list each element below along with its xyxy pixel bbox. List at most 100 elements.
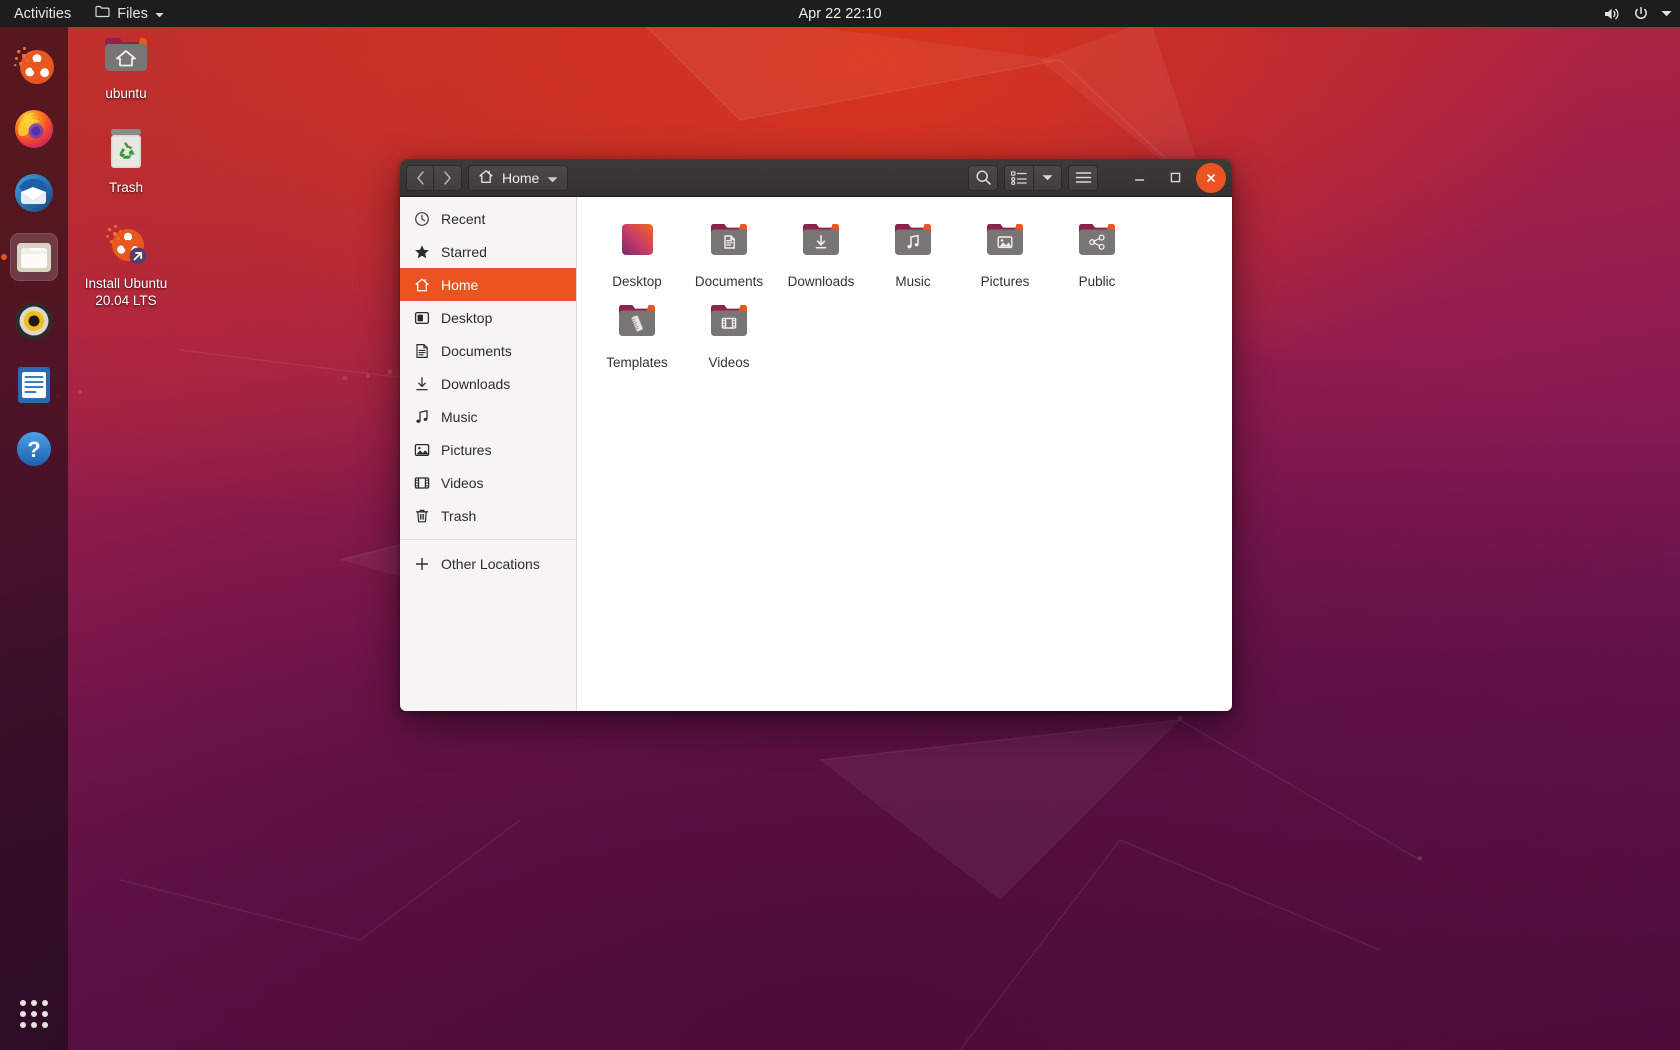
file-item-documents[interactable]: Documents [683, 209, 775, 290]
sidebar-item-label: Starred [441, 244, 487, 260]
list-view-button[interactable] [1004, 165, 1034, 191]
file-item-downloads[interactable]: Downloads [775, 209, 867, 290]
dock-item-help[interactable]: ? [10, 425, 58, 473]
sidebar-item-label: Music [441, 409, 478, 425]
image-icon [413, 441, 430, 458]
sidebar-item-other-locations[interactable]: Other Locations [400, 547, 576, 580]
sidebar-item-downloads[interactable]: Downloads [400, 367, 576, 400]
minimize-button[interactable] [1124, 163, 1154, 193]
libreoffice-writer-icon [13, 364, 55, 406]
star-icon [413, 243, 430, 260]
ubuntu-software-icon [12, 43, 56, 87]
file-item-public[interactable]: Public [1051, 209, 1143, 290]
sidebar-item-starred[interactable]: Starred [400, 235, 576, 268]
file-item-label: Videos [683, 355, 775, 371]
dock: ? [0, 27, 68, 1050]
sidebar-item-documents[interactable]: Documents [400, 334, 576, 367]
file-grid: Desktop [591, 209, 1226, 371]
app-menu-button[interactable]: Files [85, 0, 174, 27]
plus-icon [413, 555, 430, 572]
file-item-templates[interactable]: Templates [591, 290, 683, 371]
file-item-label: Public [1051, 274, 1143, 290]
thunderbird-icon [12, 171, 56, 215]
file-item-label: Documents [683, 274, 775, 290]
search-button[interactable] [968, 165, 998, 191]
sidebar-item-music[interactable]: Music [400, 400, 576, 433]
show-applications-button[interactable] [20, 1000, 48, 1028]
ubuntu-installer-icon [70, 218, 182, 270]
sidebar-item-label: Recent [441, 211, 485, 227]
trash-icon [413, 507, 430, 524]
file-item-label: Downloads [775, 274, 867, 290]
dock-item-rhythmbox[interactable] [10, 297, 58, 345]
forward-button[interactable] [434, 165, 462, 191]
file-item-music[interactable]: Music [867, 209, 959, 290]
system-indicators[interactable] [1603, 6, 1672, 22]
chevron-down-icon [547, 170, 558, 186]
sidebar-item-pictures[interactable]: Pictures [400, 433, 576, 466]
dock-item-files[interactable] [10, 233, 58, 281]
power-icon [1633, 6, 1649, 22]
file-item-label: Music [867, 274, 959, 290]
view-mode-buttons [1004, 165, 1062, 191]
file-item-desktop[interactable]: Desktop [591, 209, 683, 290]
activities-button[interactable]: Activities [0, 0, 85, 27]
desktop-icon-ubuntu[interactable]: ubuntu [70, 28, 182, 103]
apps-grid-icon [20, 1000, 48, 1028]
sidebar-item-desktop[interactable]: Desktop [400, 301, 576, 334]
places-sidebar: Recent Starred Home Desktop [400, 197, 577, 711]
dock-item-ubuntu-software[interactable] [10, 41, 58, 89]
chevron-down-icon [1661, 10, 1672, 17]
trash-icon [70, 122, 182, 174]
file-item-videos[interactable]: Videos [683, 290, 775, 371]
clock-icon [413, 210, 430, 227]
sidebar-item-label: Documents [441, 343, 512, 359]
close-button[interactable] [1196, 163, 1226, 193]
templates-folder-icon [591, 296, 683, 348]
files-icon [14, 237, 54, 277]
pictures-folder-icon [959, 215, 1051, 267]
sidebar-item-home[interactable]: Home [400, 268, 576, 301]
dock-item-firefox[interactable] [10, 105, 58, 153]
sidebar-item-trash[interactable]: Trash [400, 499, 576, 532]
app-menu-label: Files [117, 6, 148, 22]
svg-text:?: ? [27, 437, 40, 462]
download-icon [413, 375, 430, 392]
file-item-label: Templates [591, 355, 683, 371]
help-icon: ? [13, 428, 55, 470]
public-folder-icon [1051, 215, 1143, 267]
sidebar-item-recent[interactable]: Recent [400, 202, 576, 235]
desktop-wallpaper-folder-icon [591, 215, 683, 267]
sidebar-item-label: Desktop [441, 310, 492, 326]
main-menu-button[interactable] [1068, 165, 1098, 191]
file-item-pictures[interactable]: Pictures [959, 209, 1051, 290]
film-icon [413, 474, 430, 491]
desktop-icon-trash[interactable]: Trash [70, 122, 182, 197]
file-item-label: Pictures [959, 274, 1051, 290]
path-bar-label: Home [502, 170, 539, 186]
home-icon [413, 276, 430, 293]
window-header-bar: Home [400, 159, 1232, 197]
clock[interactable]: Apr 22 22:10 [798, 6, 881, 22]
sidebar-item-label: Videos [441, 475, 484, 491]
documents-folder-icon [683, 215, 775, 267]
view-options-button[interactable] [1034, 165, 1062, 191]
activities-label: Activities [14, 6, 71, 22]
desktop-icon-label: Trash [70, 180, 182, 197]
maximize-button[interactable] [1160, 163, 1190, 193]
back-button[interactable] [406, 165, 434, 191]
desktop-icon-install-ubuntu[interactable]: Install Ubuntu 20.04 LTS [70, 218, 182, 310]
dock-item-libreoffice-writer[interactable] [10, 361, 58, 409]
file-browser-content[interactable]: Desktop [577, 197, 1232, 711]
desktop-icon-label: ubuntu [70, 86, 182, 103]
sidebar-item-videos[interactable]: Videos [400, 466, 576, 499]
sidebar-item-label: Downloads [441, 376, 510, 392]
volume-icon [1603, 6, 1621, 22]
music-note-icon [413, 408, 430, 425]
document-icon [413, 342, 430, 359]
sidebar-item-label: Trash [441, 508, 476, 524]
sidebar-item-label: Home [441, 277, 478, 293]
file-item-label: Desktop [591, 274, 683, 290]
path-bar-home-button[interactable]: Home [468, 165, 568, 191]
dock-item-thunderbird[interactable] [10, 169, 58, 217]
